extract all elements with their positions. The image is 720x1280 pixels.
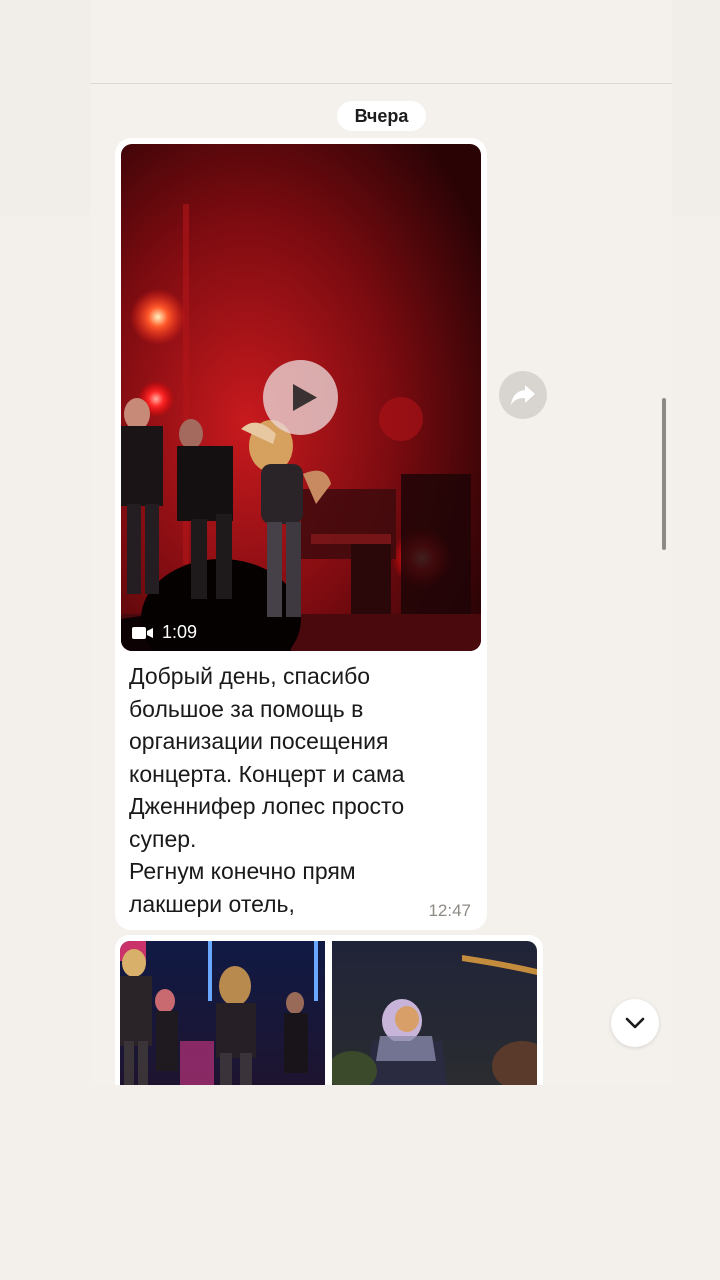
- album-photo[interactable]: [332, 941, 537, 1085]
- scrollbar[interactable]: [662, 398, 666, 550]
- forward-button[interactable]: [499, 371, 547, 419]
- message-text: Добрый день, спасибо большое за помощь в…: [129, 663, 405, 917]
- scroll-down-button[interactable]: [611, 999, 659, 1047]
- message-bubble[interactable]: 1:09 Добрый день, спасибо большое за пом…: [115, 138, 487, 930]
- album-photo[interactable]: [120, 941, 325, 1085]
- video-duration-badge: 1:09: [132, 622, 197, 643]
- photo-album-message[interactable]: [115, 935, 543, 1085]
- share-forward-icon: [511, 385, 535, 405]
- play-button[interactable]: [263, 360, 338, 435]
- video-attachment[interactable]: 1:09: [121, 144, 481, 651]
- video-camera-icon: [132, 626, 153, 639]
- chat-screen: Вчера 1:09 Добрый день, спасибо большое …: [0, 0, 720, 1280]
- chevron-down-icon: [625, 1017, 645, 1029]
- video-duration: 1:09: [162, 622, 198, 642]
- divider: [90, 83, 672, 84]
- message-time: 12:47: [428, 901, 471, 920]
- play-icon: [293, 384, 317, 411]
- date-separator: Вчера: [337, 101, 426, 131]
